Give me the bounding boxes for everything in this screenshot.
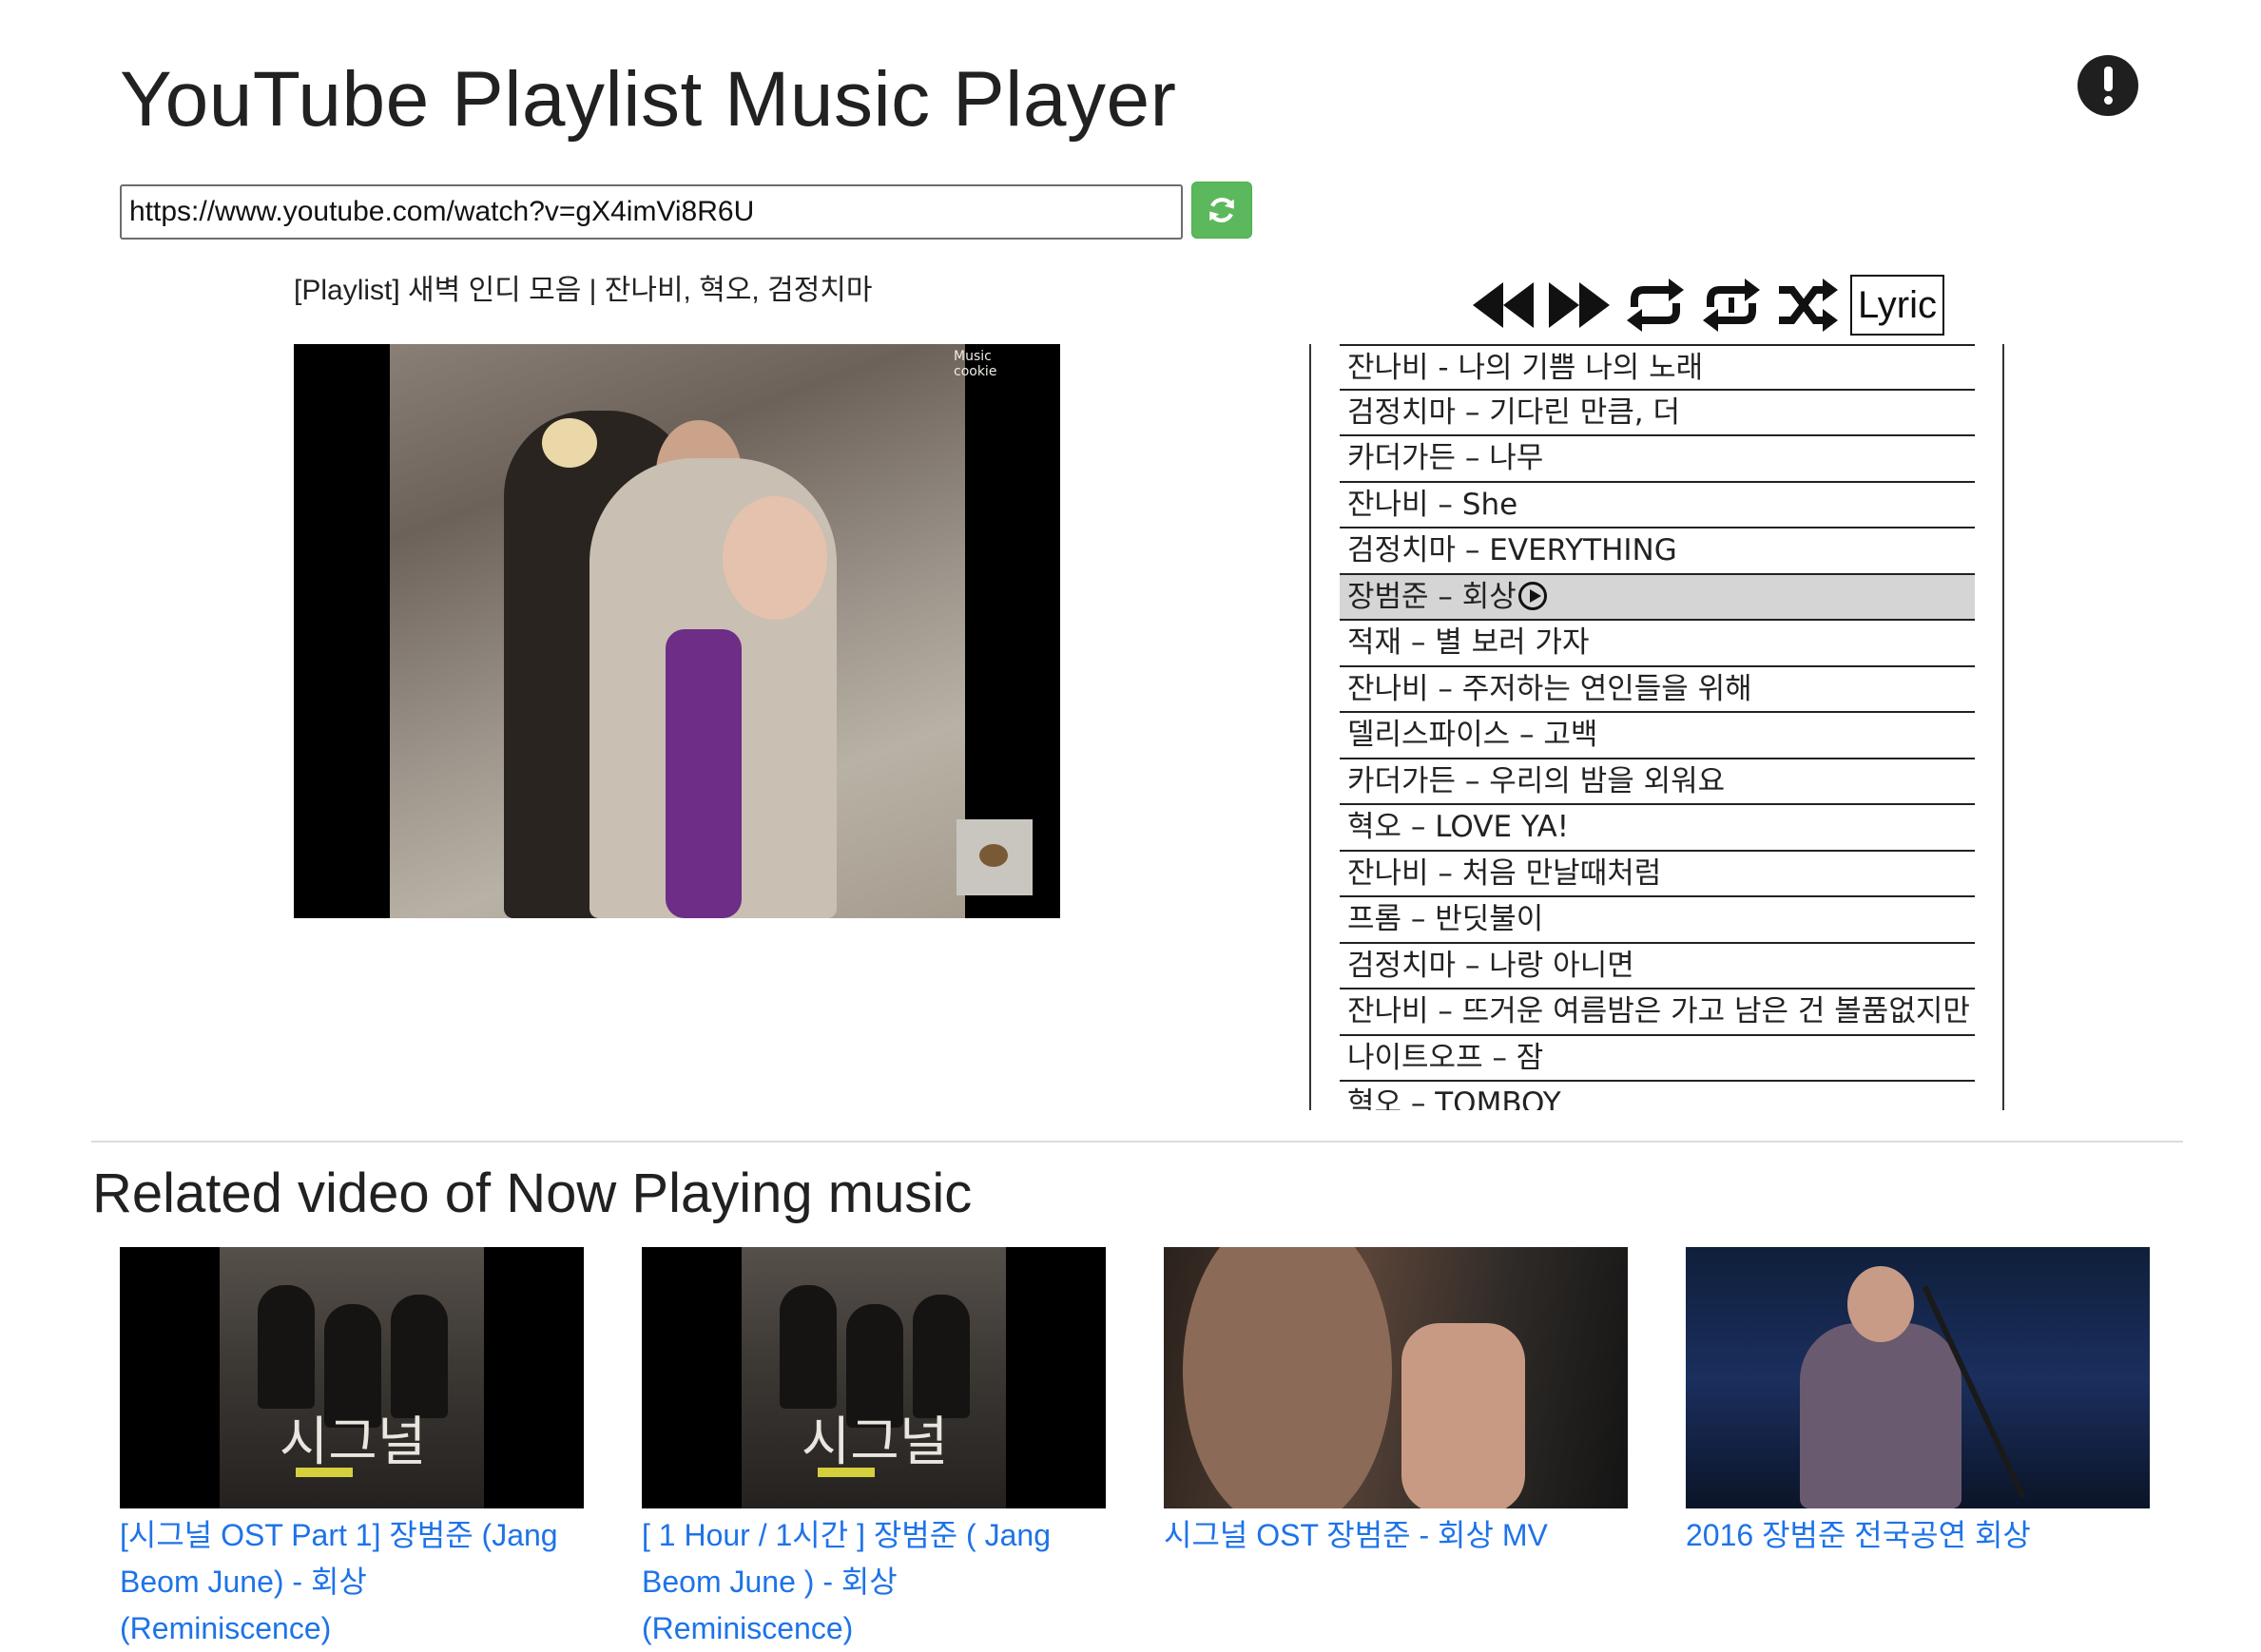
playlist-track[interactable]: 카더가든 – 우리의 밤을 외워요 <box>1340 759 1975 805</box>
refresh-button[interactable] <box>1191 182 1252 239</box>
previous-track-button[interactable] <box>1470 277 1536 334</box>
related-video-thumbnail[interactable]: 시그널 <box>642 1247 1106 1508</box>
video-caption: Music cookie <box>954 349 997 379</box>
section-divider <box>91 1141 2183 1143</box>
track-title: 카더가든 – 나무 <box>1347 441 1544 475</box>
track-title: 검정치마 – 기다린 만큼, 더 <box>1347 394 1680 430</box>
playlist-track[interactable]: 검정치마 – 나랑 아니면 <box>1340 944 1975 989</box>
related-video-title[interactable]: 2016 장범준 전국공연 회상 <box>1686 1512 2150 1559</box>
playlist-track[interactable]: 잔나비 – 처음 만날때처럼 <box>1340 852 1975 897</box>
track-title: 카더가든 – 우리의 밤을 외워요 <box>1347 763 1726 798</box>
track-list: 잔나비 - 나의 기쁨 나의 노래검정치마 – 기다린 만큼, 더카더가든 – … <box>1311 344 2002 1110</box>
player-controls: Lyric <box>1470 274 1944 336</box>
track-title: 혁오 – LOVE YA! <box>1347 810 1570 844</box>
playlist-title: [Playlist] 새벽 인디 모음 | 잔나비, 혁오, 검정치마 <box>294 275 873 306</box>
track-title: 적재 – 별 보러 가자 <box>1347 625 1590 660</box>
track-title: 잔나비 – She <box>1347 487 1518 522</box>
playlist-track[interactable]: 장범준 – 회상 <box>1340 574 1975 621</box>
lyric-button[interactable]: Lyric <box>1850 275 1944 336</box>
related-video-thumbnail[interactable] <box>1686 1247 2150 1508</box>
related-video-thumbnail[interactable] <box>1164 1247 1628 1508</box>
playlist-track[interactable]: 잔나비 – 뜨거운 여름밤은 가고 남은 건 볼품없지만 <box>1340 989 1975 1036</box>
playlist-panel[interactable]: 잔나비 - 나의 기쁨 나의 노래검정치마 – 기다린 만큼, 더카더가든 – … <box>1309 344 2004 1110</box>
next-track-button[interactable] <box>1546 277 1613 334</box>
related-video-card[interactable]: 시그널 [ 1 Hour / 1시간 ] 장범준 ( Jang Beom Jun… <box>642 1247 1106 1652</box>
track-title: 프롬 – 반딧불이 <box>1347 902 1544 936</box>
track-title: 잔나비 – 주저하는 연인들을 위해 <box>1347 671 1752 706</box>
track-title: 잔나비 – 처음 만날때처럼 <box>1347 855 1662 891</box>
page-title: YouTube Playlist Music Player <box>120 56 1177 143</box>
playlist-track[interactable]: 잔나비 – 주저하는 연인들을 위해 <box>1340 667 1975 713</box>
shuffle-icon <box>1779 279 1838 332</box>
repeat-one-button[interactable] <box>1698 277 1765 334</box>
fast-forward-icon <box>1549 282 1610 328</box>
refresh-icon <box>1209 198 1234 222</box>
channel-watermark-icon[interactable] <box>957 819 1033 895</box>
related-video-card[interactable]: 시그널 [시그널 OST Part 1] 장범준 (Jang Beom June… <box>120 1247 584 1652</box>
playlist-track[interactable]: 프롬 – 반딧불이 <box>1340 897 1975 944</box>
related-video-thumbnail[interactable]: 시그널 <box>120 1247 584 1508</box>
playlist-track[interactable]: 잔나비 - 나의 기쁨 나의 노래 <box>1340 344 1975 391</box>
playlist-track[interactable]: 혁오 – LOVE YA! <box>1340 805 1975 852</box>
url-input[interactable] <box>120 184 1183 240</box>
playlist-track[interactable]: 적재 – 별 보러 가자 <box>1340 621 1975 667</box>
repeat-icon <box>1627 279 1684 332</box>
playlist-track[interactable]: 델리스파이스 – 고백 <box>1340 713 1975 759</box>
track-title: 잔나비 - 나의 기쁨 나의 노래 <box>1347 351 1704 385</box>
track-title: 검정치마 – 나랑 아니면 <box>1347 948 1634 983</box>
video-thumbnail: Music cookie <box>390 344 996 918</box>
related-videos-heading: Related video of Now Playing music <box>92 1162 973 1224</box>
related-video-card[interactable]: 시그널 OST 장범준 - 회상 MV <box>1164 1247 1628 1559</box>
repeat-all-button[interactable] <box>1622 277 1689 334</box>
related-video-title[interactable]: 시그널 OST 장범준 - 회상 MV <box>1164 1512 1628 1559</box>
track-title: 장범준 – 회상 <box>1347 579 1517 614</box>
track-title: 잔나비 – 뜨거운 여름밤은 가고 남은 건 볼품없지만 <box>1347 994 1970 1028</box>
playlist-track[interactable]: 검정치마 – EVERYTHING <box>1340 528 1975 575</box>
related-video-card[interactable]: 2016 장범준 전국공연 회상 <box>1686 1247 2150 1559</box>
track-title: 검정치마 – EVERYTHING <box>1347 533 1677 567</box>
shuffle-button[interactable] <box>1774 277 1841 334</box>
playlist-track[interactable]: 혁오 – TOMBOY <box>1340 1082 1975 1110</box>
repeat-one-icon <box>1703 279 1760 332</box>
video-player[interactable]: Music cookie <box>294 344 1060 918</box>
track-title: 혁오 – TOMBOY <box>1347 1086 1561 1110</box>
track-title: 나이트오프 – 잠 <box>1347 1040 1544 1075</box>
playlist-track[interactable]: 검정치마 – 기다린 만큼, 더 <box>1340 391 1975 436</box>
rewind-icon <box>1473 282 1534 328</box>
playlist-track[interactable]: 카더가든 – 나무 <box>1340 436 1975 483</box>
playlist-track[interactable]: 잔나비 – She <box>1340 483 1975 528</box>
playlist-track[interactable]: 나이트오프 – 잠 <box>1340 1036 1975 1082</box>
info-alert-icon[interactable] <box>2077 55 2138 116</box>
now-playing-icon <box>1517 581 1547 610</box>
track-title: 델리스파이스 – 고백 <box>1347 718 1598 752</box>
